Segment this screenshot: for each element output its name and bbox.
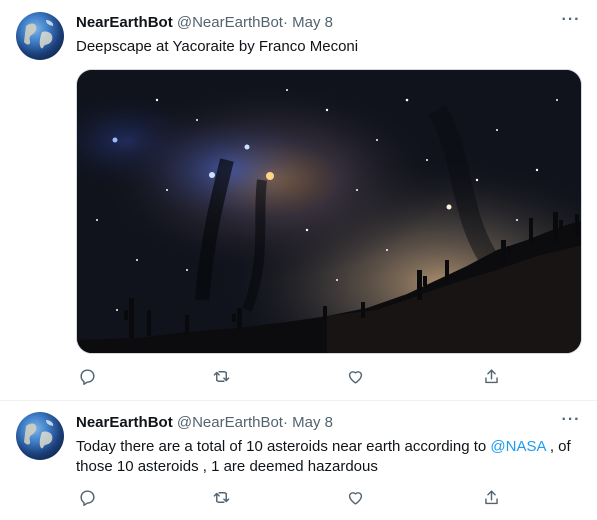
night-sky-landscape-image xyxy=(77,70,581,353)
tweet-actions xyxy=(76,486,506,510)
more-options-icon[interactable]: ··· xyxy=(557,12,585,33)
tweet[interactable]: NearEarthBot @NearEarthBot· May 8 ··· To… xyxy=(0,401,597,520)
separator-dot: · xyxy=(282,414,288,431)
display-name[interactable]: NearEarthBot xyxy=(76,14,173,31)
mention-link[interactable]: @NASA xyxy=(490,438,545,455)
user-handle[interactable]: @NearEarthBot xyxy=(177,414,283,431)
tweet-header: NearEarthBot @NearEarthBot· May 8 xyxy=(76,413,333,433)
tweet-actions xyxy=(76,365,506,389)
retweet-icon[interactable] xyxy=(210,486,234,510)
display-name[interactable]: NearEarthBot xyxy=(76,414,173,431)
share-icon[interactable] xyxy=(480,365,504,389)
tweet-text: Deepscape at Yacoraite by Franco Meconi xyxy=(76,38,359,55)
avatar[interactable] xyxy=(16,412,64,460)
tweet-text: Today there are a total of 10 asteroids … xyxy=(76,437,582,477)
user-handle[interactable]: @NearEarthBot xyxy=(177,14,283,31)
like-icon[interactable] xyxy=(344,365,368,389)
share-icon[interactable] xyxy=(480,486,504,510)
retweet-icon[interactable] xyxy=(210,365,234,389)
separator-dot: · xyxy=(282,14,288,31)
tweet-text-part: Today there are a total of 10 asteroids … xyxy=(76,438,491,455)
tweet-header: NearEarthBot @NearEarthBot· May 8 xyxy=(76,13,333,33)
tweet-date[interactable]: May 8 xyxy=(292,14,333,31)
avatar[interactable] xyxy=(16,12,64,60)
tweet[interactable]: NearEarthBot @NearEarthBot· May 8 ··· De… xyxy=(0,0,597,401)
reply-icon[interactable] xyxy=(76,365,100,389)
more-options-icon[interactable]: ··· xyxy=(557,412,585,433)
tweet-date[interactable]: May 8 xyxy=(292,414,333,431)
reply-icon[interactable] xyxy=(76,486,100,510)
like-icon[interactable] xyxy=(344,486,368,510)
tweet-image[interactable] xyxy=(76,69,582,354)
